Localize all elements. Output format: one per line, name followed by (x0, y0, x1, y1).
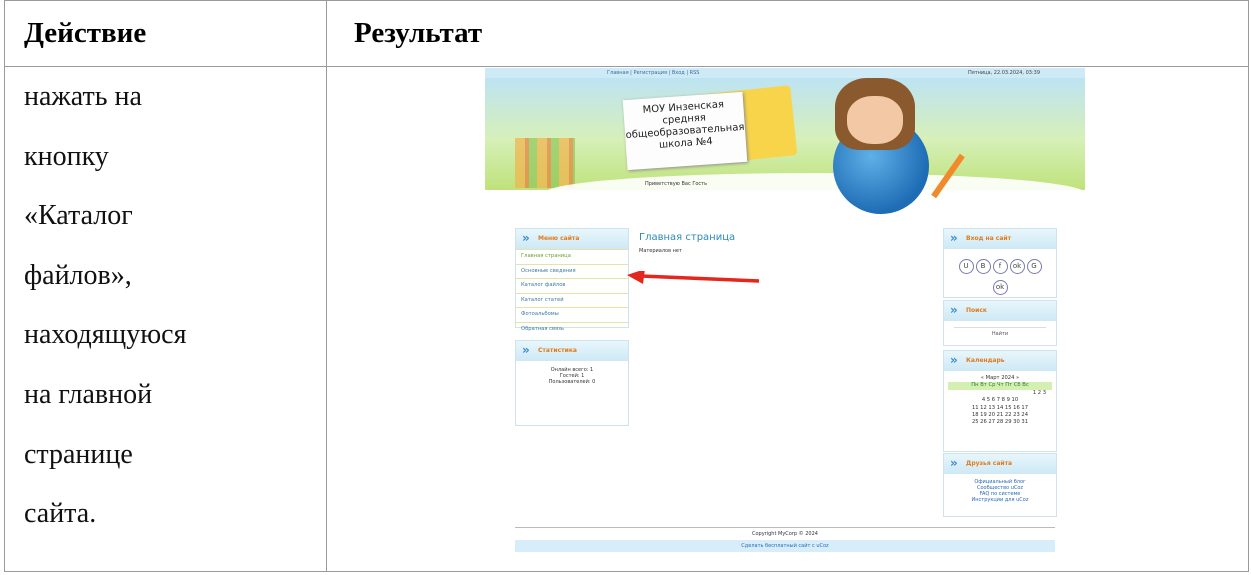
calendar-row: 18 19 20 21 22 23 24 (971, 412, 1029, 419)
footer-copyright: Copyright MyCorp © 2024 (752, 531, 818, 537)
site-footer: Copyright MyCorp © 2024 Сделать бесплатн… (515, 527, 1055, 552)
action-cell: нажать на кнопку «Каталог файлов», наход… (4, 66, 327, 572)
action-line: на главной (24, 378, 153, 410)
vk-login-icon[interactable]: B (975, 259, 991, 274)
friends-link[interactable]: Инструкции для uCoz (944, 497, 1056, 503)
site-title: МОУ Инзенская средняя общеобразовательна… (622, 91, 748, 171)
login-title: Вход на сайт (944, 228, 1056, 249)
site-menu: Главная страница Основные сведения Катал… (516, 249, 628, 336)
ok-login-icon-2[interactable]: ok (992, 280, 1008, 295)
stats-line: Пользователей: 0 (548, 379, 596, 385)
website-screenshot: Главная | Регистрация | Вход | RSS Пятни… (485, 68, 1085, 569)
action-line: файлов», (24, 259, 132, 291)
menu-item-home[interactable]: Главная страница (516, 249, 628, 264)
search-title: Поиск (944, 300, 1056, 321)
calendar-month[interactable]: « Март 2024 » (944, 375, 1056, 382)
stats-content: Онлайн всего: 1 Гостей: 1 Пользователей:… (516, 361, 628, 385)
page-note: Материалов нет (639, 248, 682, 254)
friends-links: Официальный блог Сообщество uCoz FAQ по … (944, 474, 1056, 503)
social-login-icons: U Bf ok G ok (944, 249, 1056, 295)
result-cell: Главная | Регистрация | Вход | RSS Пятни… (326, 66, 1249, 572)
action-line: сайта. (24, 498, 97, 530)
search-block: Поиск Найти (943, 300, 1057, 346)
white-wave (545, 173, 1085, 213)
calendar-row: 4 5 6 7 8 9 10 (981, 397, 1019, 404)
action-line: «Каталог (24, 200, 133, 232)
friends-block: Друзья сайта Официальный блог Сообщество… (943, 453, 1057, 517)
calendar-title: Календарь (944, 350, 1056, 371)
footer-link[interactable]: Сделать бесплатный сайт с uCoz (515, 540, 1055, 552)
calendar-row: 11 12 13 14 15 16 17 (971, 404, 1029, 411)
greeting: Приветствую Вас Гость (645, 181, 708, 187)
action-line: нажать на (24, 81, 142, 112)
header-banner: МОУ Инзенская средняя общеобразовательна… (485, 78, 1085, 214)
menu-item-file-catalog[interactable]: Каталог файлов (516, 278, 628, 293)
menu-block: Меню сайта Главная страница Основные све… (515, 228, 629, 332)
red-arrow-icon (627, 271, 760, 284)
menu-item-info[interactable]: Основные сведения (516, 263, 628, 279)
menu-item-photos[interactable]: Фотоальбомы (516, 307, 628, 322)
ucoz-login-icon[interactable]: U (958, 259, 974, 274)
stats-title: Статистика (516, 340, 628, 361)
action-line: кнопку (24, 140, 109, 172)
calendar-row: 1 2 3 (1032, 389, 1046, 396)
top-links[interactable]: Главная | Регистрация | Вход | RSS (607, 70, 699, 76)
header-result: Результат (326, 0, 1249, 67)
calendar-block: Календарь « Март 2024 » Пн Вт Ср Чт Пт С… (943, 350, 1057, 452)
page-title: Главная страница (639, 232, 736, 243)
facebook-login-icon[interactable]: f (992, 259, 1008, 274)
calendar-weekdays: Пн Вт Ср Чт Пт Сб Вс (948, 382, 1052, 390)
boy-face (847, 96, 903, 144)
menu-item-feedback[interactable]: Обратная связь (516, 321, 628, 337)
search-button[interactable]: Найти (954, 327, 1046, 337)
calendar: « Март 2024 » Пн Вт Ср Чт Пт Сб Вс 1 2 3… (944, 371, 1056, 427)
login-block: Вход на сайт UBfokG ok (943, 228, 1057, 298)
menu-item-articles[interactable]: Каталог статей (516, 292, 628, 308)
google-login-icon[interactable]: G (1026, 259, 1042, 274)
top-bar: Главная | Регистрация | Вход | RSS Пятни… (485, 68, 1085, 78)
instruction-table: Действие Результат нажать на кнопку «Кат… (4, 0, 1249, 572)
action-line: странице (24, 438, 133, 470)
header-action: Действие (4, 0, 327, 67)
date-text: Пятница, 22.03.2024, 03:39 (967, 70, 1040, 76)
stats-block: Статистика Онлайн всего: 1 Гостей: 1 Пол… (515, 340, 629, 426)
calendar-row: 25 26 27 28 29 30 31 (971, 419, 1029, 426)
houses-drawing (515, 138, 575, 188)
action-line: находящуюся (24, 319, 187, 351)
friends-title: Друзья сайта (944, 453, 1056, 474)
ok-login-icon[interactable]: ok (1009, 259, 1025, 274)
menu-title: Меню сайта (516, 228, 628, 249)
